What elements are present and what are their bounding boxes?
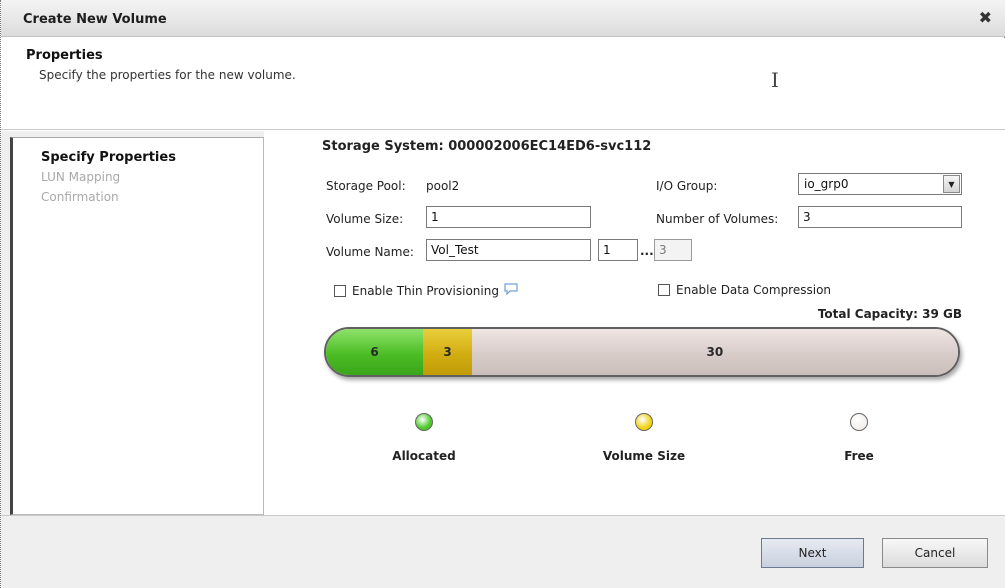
volume-size-legend-label: Volume Size [602, 449, 686, 463]
name-start-index-input[interactable] [598, 239, 638, 261]
name-range-ellipsis: ... [640, 244, 654, 258]
step-confirmation: Confirmation [41, 190, 119, 204]
data-compression-box[interactable] [658, 284, 670, 296]
dropdown-arrow-icon[interactable]: ▼ [943, 175, 960, 193]
allocated-legend-label: Allocated [392, 449, 456, 463]
allocated-segment: 6 [326, 329, 424, 375]
next-button[interactable]: Next [761, 538, 864, 568]
dialog-body: Specify Properties LUN Mapping Confirmat… [1, 131, 1005, 515]
name-end-index-input [654, 239, 692, 261]
storage-pool-value: pool2 [426, 179, 460, 193]
storage-pool-label: Storage Pool: [326, 179, 406, 193]
io-group-select[interactable]: io_grp0 ▼ [798, 173, 962, 195]
storage-system-label: Storage System: 000002006EC14ED6-svc112 [322, 139, 652, 154]
legend-allocated: Allocated [364, 413, 484, 463]
free-legend-label: Free [844, 449, 874, 463]
volume-name-label: Volume Name: [326, 245, 414, 259]
total-capacity-label: Total Capacity: 39 GB [817, 307, 962, 321]
volume-size-segment: 3 [423, 329, 472, 375]
number-of-volumes-label: Number of Volumes: [656, 212, 779, 226]
free-segment: 30 [471, 329, 958, 375]
volume-name-input[interactable] [426, 239, 591, 261]
dialog-title: Create New Volume [23, 12, 167, 27]
ibeam-cursor-icon: Ι [771, 68, 779, 92]
free-legend-dot [850, 413, 868, 431]
create-volume-dialog: Create New Volume ✖ Properties Specify t… [0, 0, 1005, 588]
dialog-header: Properties Specify the properties for th… [1, 38, 1005, 130]
legend-free: Free [799, 413, 919, 463]
header-subtitle: Specify the properties for the new volum… [39, 68, 296, 82]
header-title: Properties [26, 48, 103, 63]
thin-provisioning-checkbox[interactable]: Enable Thin Provisioning [334, 283, 518, 298]
data-compression-checkbox[interactable]: Enable Data Compression [658, 283, 831, 297]
number-of-volumes-input[interactable] [798, 206, 962, 228]
help-bubble-icon[interactable] [504, 283, 518, 298]
wizard-steps-nav: Specify Properties LUN Mapping Confirmat… [10, 137, 264, 515]
properties-form: Storage System: 000002006EC14ED6-svc112 … [264, 131, 1005, 515]
dialog-footer: Next Cancel [1, 515, 1005, 588]
capacity-bar: 6 3 30 [324, 327, 960, 377]
io-group-label: I/O Group: [656, 179, 718, 193]
volume-size-input[interactable] [426, 206, 591, 228]
step-lun-mapping: LUN Mapping [41, 170, 121, 184]
thin-provisioning-box[interactable] [334, 284, 346, 297]
close-icon[interactable]: ✖ [979, 8, 992, 27]
volume-size-label: Volume Size: [326, 212, 404, 226]
dialog-titlebar: Create New Volume ✖ [1, 0, 1005, 37]
allocated-legend-dot [415, 413, 433, 431]
cancel-button[interactable]: Cancel [882, 538, 988, 568]
step-specify-properties[interactable]: Specify Properties [41, 150, 176, 165]
volume-size-legend-dot [635, 413, 653, 431]
io-group-selected: io_grp0 [804, 177, 849, 191]
data-compression-label: Enable Data Compression [676, 283, 832, 297]
legend-volume-size: Volume Size [584, 413, 704, 463]
thin-provisioning-label: Enable Thin Provisioning [352, 283, 499, 298]
